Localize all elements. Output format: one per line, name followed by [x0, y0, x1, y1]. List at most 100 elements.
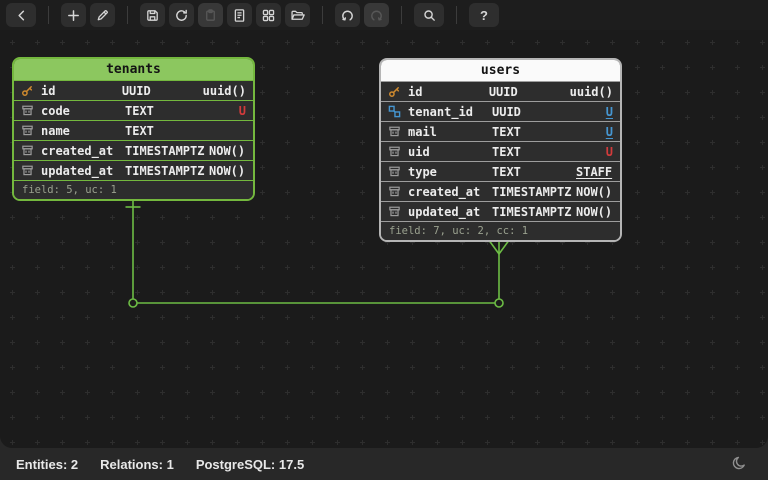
- unique-badge: U: [238, 103, 246, 118]
- field-icon: [388, 125, 403, 138]
- field-row[interactable]: created_at TIMESTAMPTZ NOW(): [381, 181, 620, 201]
- field-default: NOW(): [209, 163, 246, 178]
- field-row[interactable]: updated_at TIMESTAMPTZ NOW(): [381, 201, 620, 221]
- back-button[interactable]: [6, 3, 36, 27]
- field-icon: [21, 144, 36, 157]
- field-icon: [21, 104, 36, 117]
- toolbar-separator: [401, 6, 402, 24]
- diagram-canvas[interactable]: tenants id UUID uuid() code TEXT U name …: [0, 30, 768, 448]
- primary-key-icon: [21, 84, 36, 97]
- export-button[interactable]: [227, 3, 252, 27]
- floppy-save-icon: [145, 8, 160, 23]
- field-row[interactable]: id UUID uuid(): [14, 80, 253, 100]
- field-name: id: [408, 84, 423, 99]
- field-type: UUID: [492, 104, 521, 119]
- question-mark-icon: ?: [480, 7, 488, 23]
- redo-icon: [369, 8, 384, 23]
- grid-squares-icon: [261, 8, 276, 23]
- moon-icon: [731, 455, 747, 474]
- field-row[interactable]: tenant_id UUID U: [381, 101, 620, 121]
- field-row[interactable]: id UUID uuid(): [381, 81, 620, 101]
- foreign-key-icon: [388, 105, 403, 118]
- field-name: mail: [408, 124, 437, 139]
- field-name: uid: [408, 144, 430, 159]
- redo-button[interactable]: [364, 3, 389, 27]
- relation-bend-handle[interactable]: [128, 298, 138, 308]
- field-default: STAFF: [576, 164, 613, 179]
- entity-summary: field: 5, uc: 1: [14, 180, 253, 199]
- unique-badge: U: [605, 124, 613, 139]
- chevron-left-icon: [14, 8, 29, 23]
- field-type: TEXT: [492, 144, 521, 159]
- field-type: TIMESTAMPTZ: [125, 143, 205, 158]
- entity-summary: field: 7, uc: 2, cc: 1: [381, 221, 620, 240]
- field-row[interactable]: type TEXT STAFF: [381, 161, 620, 181]
- toolbar-separator: [456, 6, 457, 24]
- pen-icon: [95, 8, 110, 23]
- field-name: id: [41, 83, 56, 98]
- field-type: TIMESTAMPTZ: [492, 204, 572, 219]
- field-type: UUID: [488, 84, 518, 99]
- field-type: TEXT: [125, 123, 154, 138]
- field-icon: [21, 164, 36, 177]
- toolbar-separator: [48, 6, 49, 24]
- field-type: TEXT: [492, 124, 521, 139]
- dialect-version: PostgreSQL: 17.5: [195, 456, 305, 472]
- field-name: tenant_id: [408, 104, 474, 119]
- search-button[interactable]: [414, 3, 444, 27]
- relations-count: Relations: 1: [100, 456, 174, 472]
- entity-title[interactable]: users: [381, 60, 620, 81]
- field-default: NOW(): [209, 143, 246, 158]
- primary-key-icon: [388, 85, 403, 98]
- clipboard-icon: [203, 8, 218, 23]
- field-row[interactable]: updated_at TIMESTAMPTZ NOW(): [14, 160, 253, 180]
- open-folder-icon: [290, 8, 305, 23]
- refresh-icon: [174, 8, 189, 23]
- field-type: TEXT: [125, 103, 154, 118]
- field-type: TIMESTAMPTZ: [492, 184, 572, 199]
- copy-button[interactable]: [198, 3, 223, 27]
- reload-button[interactable]: [169, 3, 194, 27]
- field-name: created_at: [41, 143, 114, 158]
- field-row[interactable]: uid TEXT U: [381, 141, 620, 161]
- undo-button[interactable]: [335, 3, 360, 27]
- toolbar-separator: [322, 6, 323, 24]
- field-row[interactable]: mail TEXT U: [381, 121, 620, 141]
- field-name: type: [408, 164, 437, 179]
- field-icon: [388, 185, 403, 198]
- field-row[interactable]: name TEXT: [14, 120, 253, 140]
- field-name: code: [41, 103, 70, 118]
- entities-count: Entities: 2: [16, 456, 79, 472]
- entity-tenants[interactable]: tenants id UUID uuid() code TEXT U name …: [12, 57, 255, 201]
- field-type: TIMESTAMPTZ: [125, 163, 205, 178]
- undo-icon: [340, 8, 355, 23]
- field-default: uuid(): [569, 84, 613, 99]
- open-file-button[interactable]: [285, 3, 310, 27]
- unique-badge: U: [605, 104, 613, 119]
- auto-layout-button[interactable]: [256, 3, 281, 27]
- search-icon: [422, 8, 437, 23]
- field-name: name: [41, 123, 70, 138]
- field-row[interactable]: created_at TIMESTAMPTZ NOW(): [14, 140, 253, 160]
- field-icon: [388, 205, 403, 218]
- entity-users[interactable]: users id UUID uuid() tenant_id UUID U ma…: [379, 58, 622, 242]
- field-type: UUID: [121, 83, 151, 98]
- field-icon: [388, 145, 403, 158]
- relation-bend-handle[interactable]: [494, 298, 504, 308]
- field-icon: [21, 124, 36, 137]
- field-default: uuid(): [202, 83, 246, 98]
- field-name: created_at: [408, 184, 481, 199]
- toolbar-separator: [127, 6, 128, 24]
- add-entity-button[interactable]: [61, 3, 86, 27]
- field-type: TEXT: [492, 164, 521, 179]
- toolbar: ?: [0, 0, 768, 30]
- help-button[interactable]: ?: [469, 3, 499, 27]
- unique-badge: U: [605, 144, 613, 159]
- field-name: updated_at: [41, 163, 114, 178]
- save-button[interactable]: [140, 3, 165, 27]
- field-row[interactable]: code TEXT U: [14, 100, 253, 120]
- entity-title[interactable]: tenants: [14, 59, 253, 80]
- document-icon: [232, 8, 247, 23]
- theme-toggle-button[interactable]: [726, 451, 752, 477]
- edit-style-button[interactable]: [90, 3, 115, 27]
